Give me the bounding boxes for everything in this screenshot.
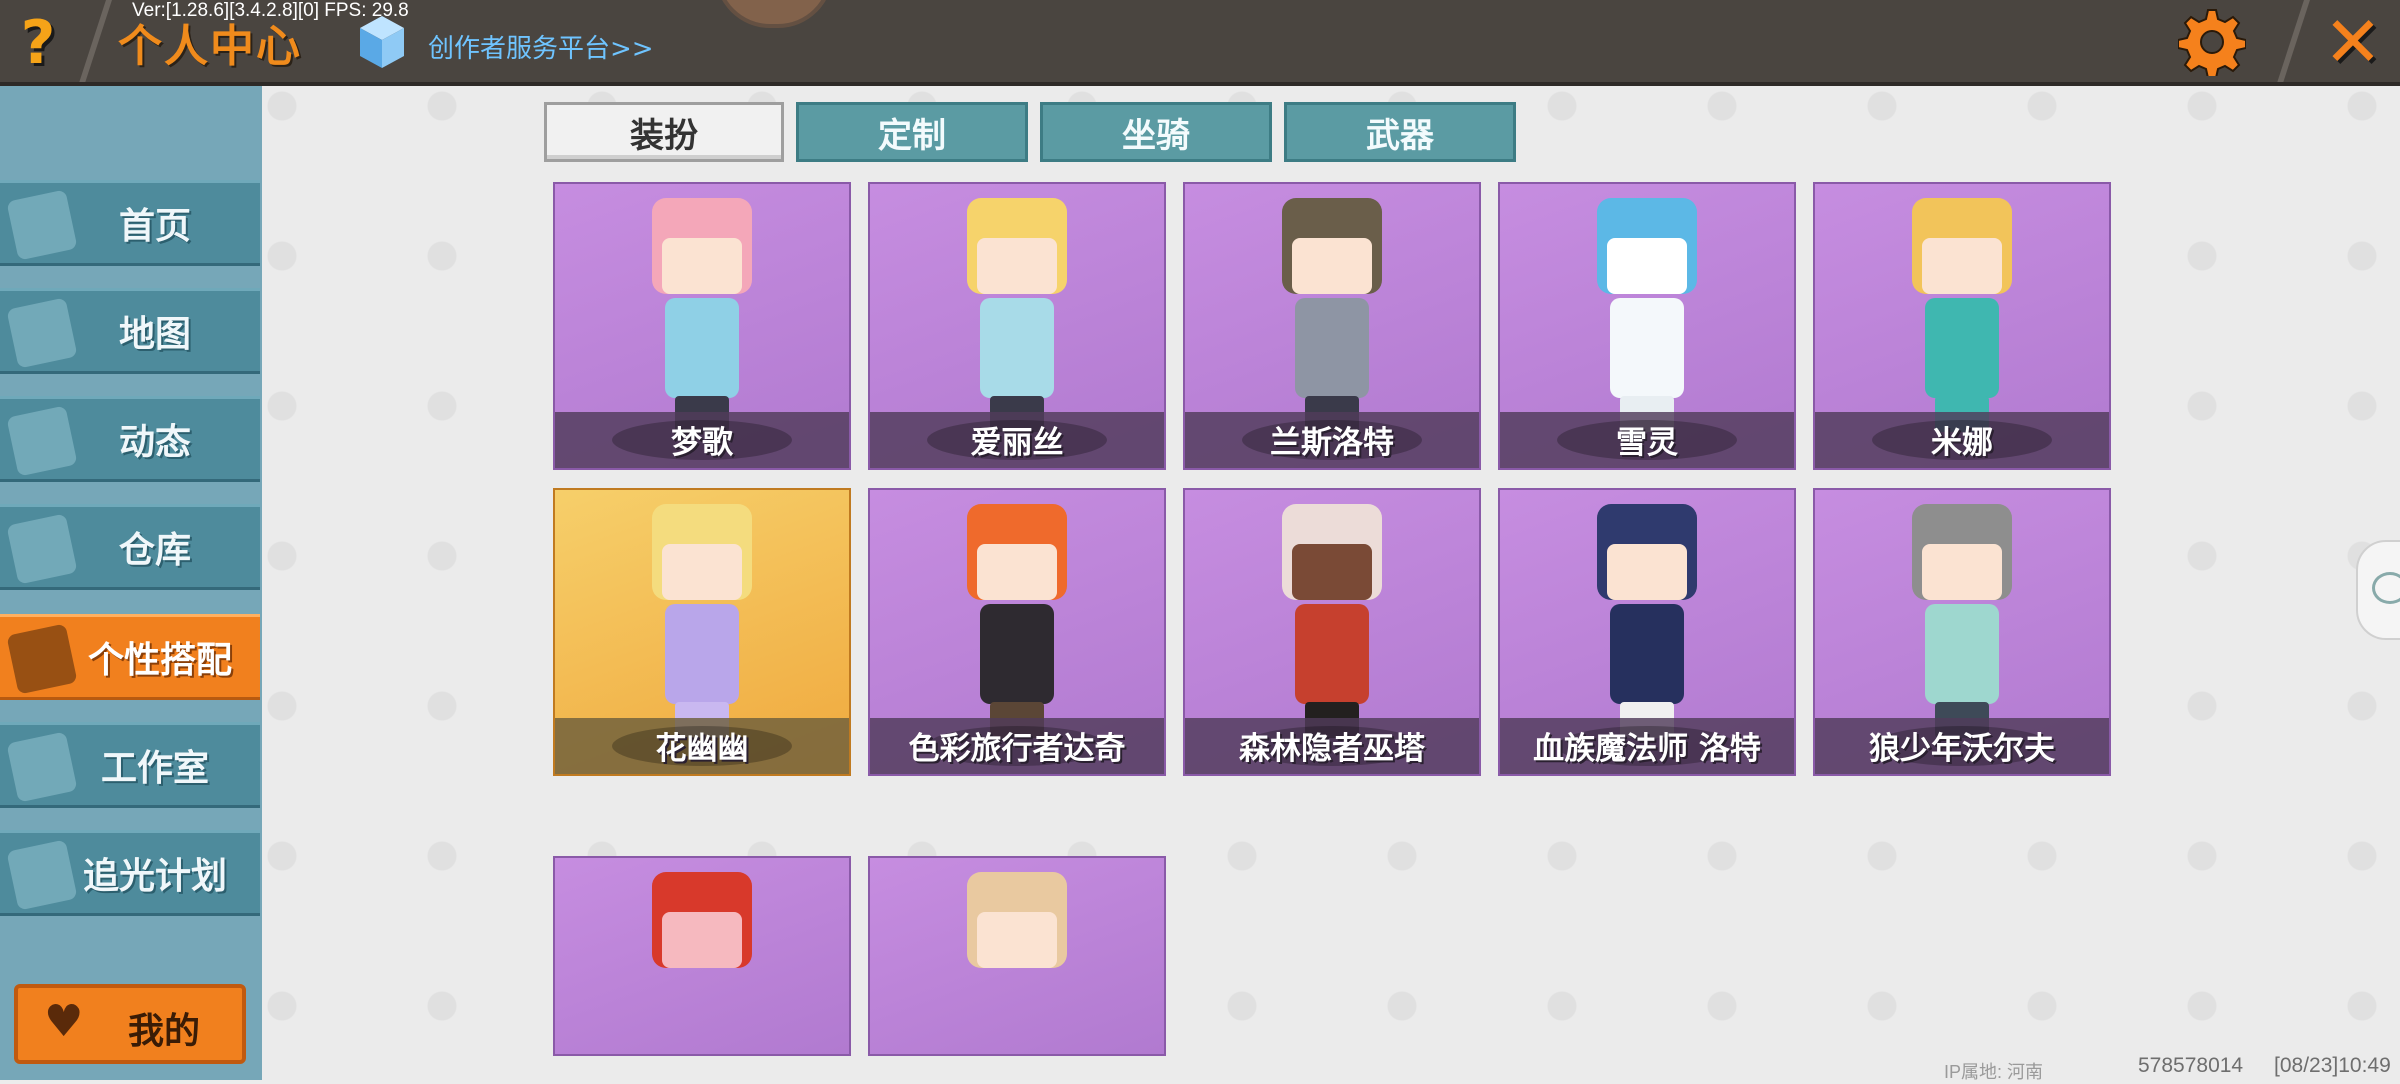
character-figure bbox=[942, 872, 1092, 1054]
tab-dress-up[interactable]: 装扮 bbox=[544, 102, 784, 162]
sidebar-item-label: 工作室 bbox=[100, 748, 209, 789]
chat-bubble-icon bbox=[2372, 572, 2400, 604]
tab-mounts[interactable]: 坐骑 bbox=[1040, 102, 1272, 162]
sidebar-item-label: 动态 bbox=[118, 422, 191, 463]
character-figure bbox=[627, 198, 777, 432]
character-figure bbox=[627, 504, 777, 738]
skin-card[interactable]: 梦歌 bbox=[553, 182, 851, 470]
chat-float-button[interactable] bbox=[2356, 540, 2400, 640]
sidebar-item-warehouse[interactable]: 仓库 bbox=[0, 504, 260, 590]
skin-card[interactable]: 森林隐者巫塔 bbox=[1183, 488, 1481, 776]
user-id-text: 578578014 bbox=[2138, 1054, 2244, 1077]
sidebar-item-home[interactable]: 首页 bbox=[0, 180, 260, 266]
skin-card[interactable]: 色彩旅行者达奇 bbox=[868, 488, 1166, 776]
character-figure bbox=[1572, 504, 1722, 738]
character-figure bbox=[942, 504, 1092, 738]
top-bar: ? 个人中心 Ver:[1.28.6][3.4.2.8][0] FPS: 29.… bbox=[0, 0, 2400, 86]
heart-icon: ♥ bbox=[44, 996, 84, 1047]
timestamp-text: [08/23]10:49 bbox=[2274, 1054, 2391, 1077]
skin-name: 狼少年沃尔夫 bbox=[1869, 731, 2055, 767]
sidebar-item-label: 仓库 bbox=[118, 530, 191, 571]
character-figure bbox=[1887, 504, 2037, 738]
skin-card[interactable] bbox=[868, 856, 1166, 1056]
skin-name: 雪灵 bbox=[1616, 425, 1678, 461]
skin-card[interactable] bbox=[553, 856, 851, 1056]
skin-card[interactable]: 狼少年沃尔夫 bbox=[1813, 488, 2111, 776]
mine-button[interactable]: ♥ 我的 bbox=[14, 984, 246, 1064]
skin-name: 花幽幽 bbox=[655, 731, 749, 767]
skin-card[interactable]: 爱丽丝 bbox=[868, 182, 1166, 470]
character-figure bbox=[942, 198, 1092, 432]
skin-name: 爱丽丝 bbox=[970, 425, 1064, 461]
skin-card[interactable]: 兰斯洛特 bbox=[1183, 182, 1481, 470]
skin-card[interactable]: 米娜 bbox=[1813, 182, 2111, 470]
mascot-avatar bbox=[715, 0, 833, 28]
sidebar-item-label: 个性搭配 bbox=[87, 640, 232, 681]
character-figure bbox=[1887, 198, 2037, 432]
skin-name: 兰斯洛特 bbox=[1270, 425, 1394, 461]
gear-icon[interactable] bbox=[2178, 8, 2246, 76]
divider bbox=[78, 0, 112, 86]
tab-weapons[interactable]: 武器 bbox=[1284, 102, 1516, 162]
sidebar-item-studio[interactable]: 工作室 bbox=[0, 722, 260, 808]
sidebar-item-outfit[interactable]: 个性搭配 bbox=[0, 614, 260, 700]
skin-name: 血族魔法师 洛特 bbox=[1533, 731, 1761, 767]
ip-location-text: IP属地: 河南 bbox=[1944, 1062, 2044, 1082]
character-figure bbox=[1257, 504, 1407, 738]
sidebar-item-feed[interactable]: 动态 bbox=[0, 396, 260, 482]
skin-card[interactable]: 雪灵 bbox=[1498, 182, 1796, 470]
skin-name: 梦歌 bbox=[671, 425, 733, 461]
skin-name: 色彩旅行者达奇 bbox=[908, 731, 1126, 767]
skin-card[interactable]: 花幽幽 bbox=[553, 488, 851, 776]
character-figure bbox=[1572, 198, 1722, 432]
sidebar-item-label: 首页 bbox=[118, 206, 191, 247]
creator-platform-link[interactable]: 创作者服务平台>> bbox=[428, 28, 654, 65]
sidebar-item-map[interactable]: 地图 bbox=[0, 288, 260, 374]
character-figure bbox=[627, 872, 777, 1054]
divider bbox=[2276, 0, 2310, 86]
sidebar-item-label: 地图 bbox=[118, 314, 191, 355]
sidebar-item-lightchase[interactable]: 追光计划 bbox=[0, 830, 260, 916]
character-figure bbox=[1257, 198, 1407, 432]
help-button[interactable]: ? bbox=[10, 8, 66, 78]
mine-label: 我的 bbox=[128, 1011, 201, 1052]
sidebar-item-label: 追光计划 bbox=[82, 856, 227, 897]
close-button[interactable]: ✕ bbox=[2318, 1, 2388, 83]
skin-card[interactable]: 血族魔法师 洛特 bbox=[1498, 488, 1796, 776]
skin-name: 森林隐者巫塔 bbox=[1239, 731, 1425, 767]
tab-customize[interactable]: 定制 bbox=[796, 102, 1028, 162]
skin-name: 米娜 bbox=[1931, 425, 1993, 461]
cube-icon[interactable] bbox=[358, 14, 406, 70]
